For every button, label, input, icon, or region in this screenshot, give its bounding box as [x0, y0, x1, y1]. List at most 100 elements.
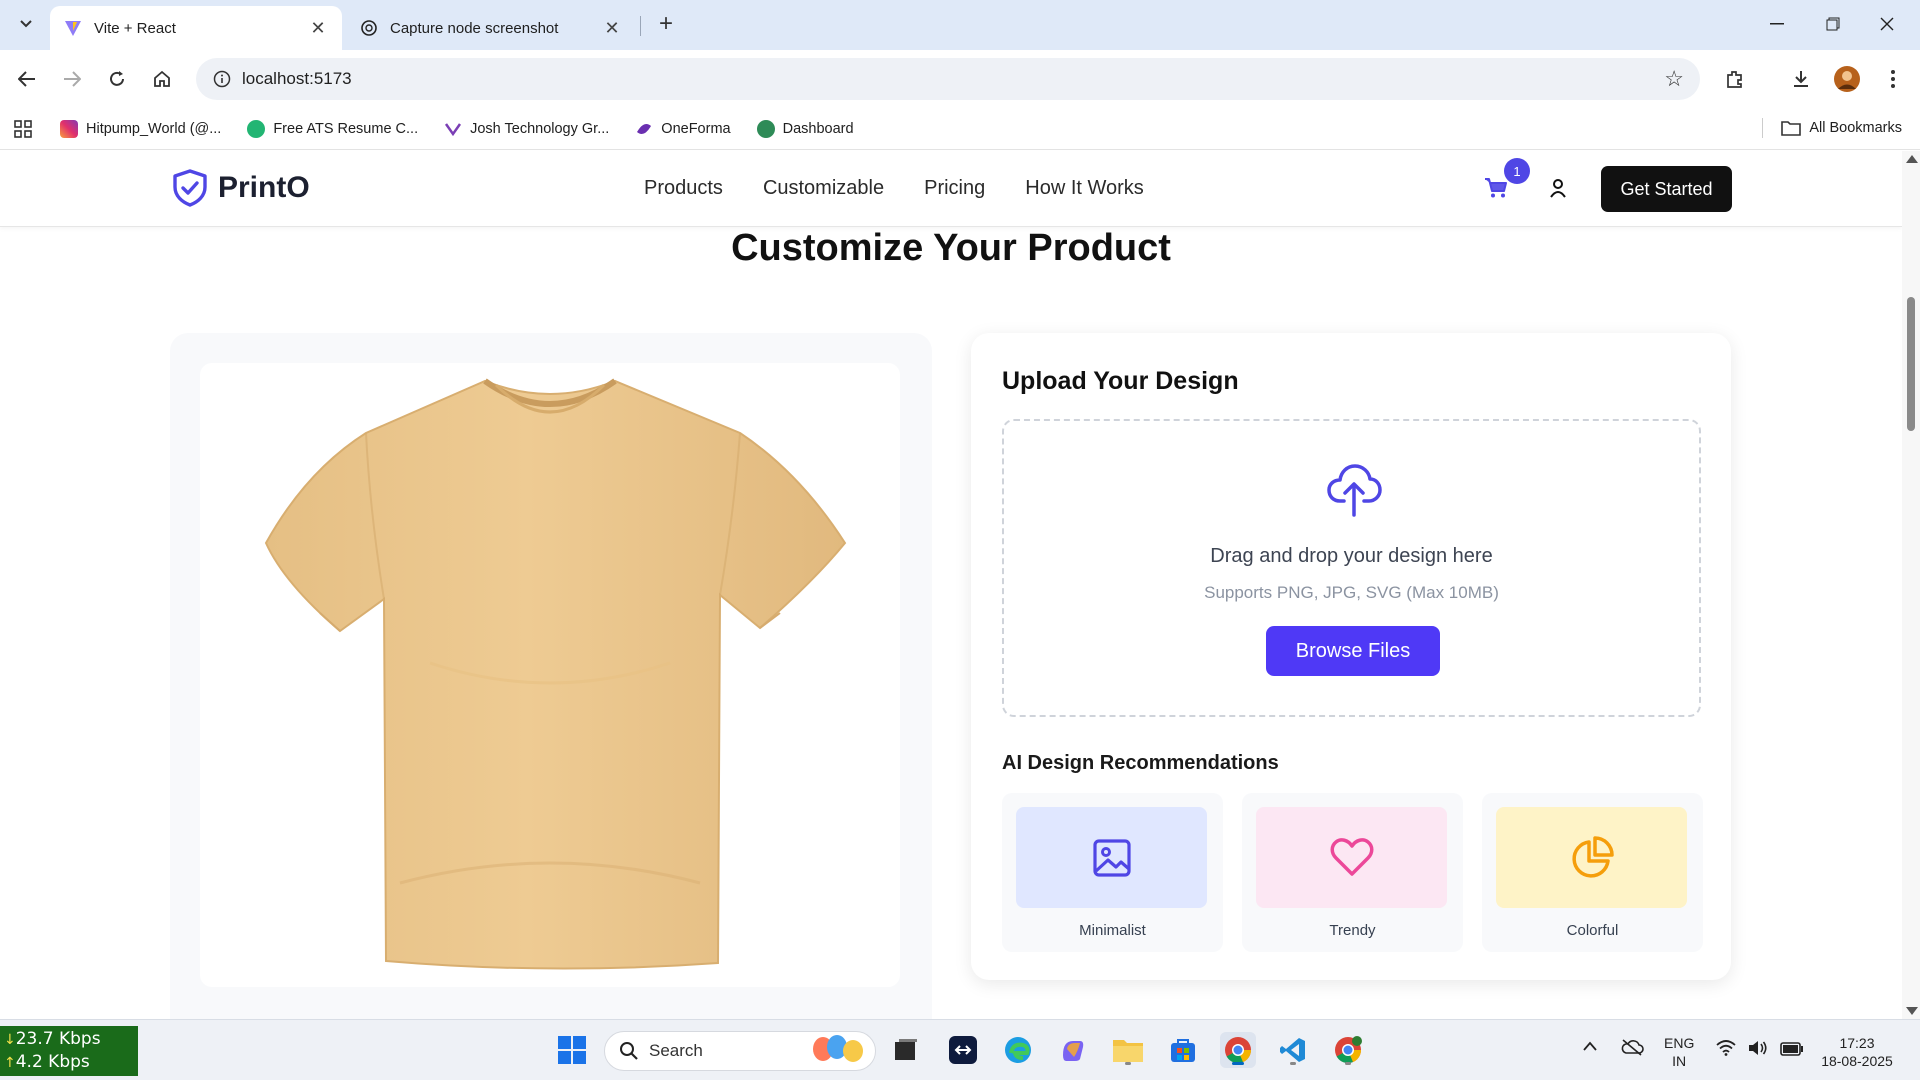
profile-avatar[interactable] — [1830, 62, 1864, 96]
bookmark-item[interactable]: OneForma — [635, 120, 731, 138]
bookmarks-bar: Hitpump_World (@... Free ATS Resume C...… — [0, 108, 1920, 150]
address-bar[interactable]: localhost:5173 ☆ — [196, 58, 1700, 100]
recommendation-minimalist[interactable]: Minimalist — [1002, 793, 1223, 952]
folder-icon — [1781, 120, 1802, 136]
balloons-icon — [809, 1035, 867, 1067]
bookmark-label: Free ATS Resume C... — [273, 120, 419, 137]
menu-icon[interactable] — [1876, 62, 1910, 96]
bookmark-item[interactable]: Free ATS Resume C... — [247, 119, 419, 138]
language-indicator[interactable]: ENG IN — [1664, 1034, 1694, 1070]
tshirt-preview-image — [200, 363, 900, 987]
region-code: IN — [1672, 1053, 1687, 1069]
tab-title: Capture node screenshot — [390, 19, 559, 37]
clock-date: 18-08-2025 — [1821, 1053, 1893, 1069]
chrome-profile-icon[interactable] — [1330, 1032, 1366, 1068]
wifi-icon — [1716, 1040, 1736, 1056]
extensions-icon[interactable] — [1718, 62, 1752, 96]
running-indicator — [1290, 1062, 1296, 1065]
taskbar-search-box[interactable]: Search — [604, 1031, 876, 1071]
vscode-icon[interactable] — [1275, 1032, 1311, 1068]
quick-settings[interactable] — [1716, 1040, 1804, 1060]
reload-icon[interactable] — [100, 62, 134, 96]
bookmark-label: Hitpump_World (@... — [86, 120, 222, 137]
bookmark-star-icon[interactable]: ☆ — [1664, 66, 1684, 92]
all-bookmarks-button[interactable]: All Bookmarks — [1762, 118, 1902, 138]
onedrive-offline-icon[interactable] — [1620, 1038, 1644, 1060]
upload-speed: 4.2 Kbps — [15, 1052, 90, 1072]
close-window-icon[interactable] — [1864, 8, 1910, 40]
scroll-down-icon[interactable] — [1906, 1007, 1918, 1015]
system-clock[interactable]: 17:23 18-08-2025 — [1808, 1034, 1906, 1070]
tab-search-button[interactable] — [12, 10, 40, 38]
file-explorer-icon[interactable] — [1110, 1032, 1146, 1068]
clock-time: 17:23 — [1839, 1035, 1875, 1051]
restore-icon[interactable] — [1810, 8, 1856, 40]
user-icon[interactable] — [1548, 177, 1576, 205]
language-code: ENG — [1664, 1035, 1695, 1051]
page-scrollbar[interactable] — [1902, 151, 1920, 1019]
home-icon[interactable] — [145, 62, 179, 96]
edge-browser-icon[interactable] — [1000, 1032, 1036, 1068]
browse-files-button[interactable]: Browse Files — [1266, 626, 1440, 676]
ms-store-icon[interactable] — [1165, 1032, 1201, 1068]
bookmark-item[interactable]: Josh Technology Gr... — [444, 120, 609, 138]
forward-icon[interactable] — [55, 62, 89, 96]
remote-app-icon[interactable] — [945, 1032, 981, 1068]
instagram-icon — [60, 119, 78, 138]
josh-icon — [444, 120, 462, 138]
page-title: Customize Your Product — [731, 227, 1171, 269]
recommendation-swatch — [1496, 807, 1687, 908]
supported-formats-text: Supports PNG, JPG, SVG (Max 10MB) — [1204, 583, 1499, 602]
nav-customizable[interactable]: Customizable — [763, 177, 884, 200]
bookmark-item[interactable]: Hitpump_World (@... — [60, 119, 222, 138]
bookmark-item[interactable]: Dashboard — [756, 119, 854, 138]
bookmark-label: OneForma — [661, 120, 731, 137]
browser-toolbar: localhost:5173 ☆ — [0, 50, 1920, 108]
product-preview-card — [170, 333, 932, 1019]
task-view-icon[interactable] — [888, 1032, 924, 1068]
scroll-up-icon[interactable] — [1906, 155, 1918, 163]
show-hidden-icons-icon[interactable] — [1582, 1038, 1598, 1056]
close-tab-icon[interactable]: ✕ — [308, 18, 328, 39]
page-viewport: PrintO Products Customizable Pricing How… — [0, 151, 1902, 1019]
upload-title: Upload Your Design — [1002, 367, 1239, 395]
nav-pricing[interactable]: Pricing — [924, 177, 985, 200]
bookmark-label: Josh Technology Gr... — [470, 120, 610, 137]
url-text: localhost:5173 — [242, 69, 352, 88]
battery-icon — [1779, 1042, 1804, 1056]
nav-how-it-works[interactable]: How It Works — [1025, 177, 1144, 200]
main-nav: Products Customizable Pricing How It Wor… — [644, 177, 1184, 200]
download-speed: 23.7 Kbps — [15, 1029, 101, 1049]
chrome-icon[interactable] — [1220, 1032, 1256, 1068]
site-info-icon[interactable] — [202, 70, 242, 88]
bookmark-label: Dashboard — [782, 120, 854, 137]
close-tab-icon[interactable]: ✕ — [602, 18, 622, 39]
site-header: PrintO Products Customizable Pricing How… — [0, 151, 1902, 227]
pie-chart-icon — [1570, 835, 1614, 880]
ai-recommendations-title: AI Design Recommendations — [1002, 752, 1279, 774]
windows-start-icon[interactable] — [554, 1032, 590, 1068]
scrollbar-thumb[interactable] — [1907, 297, 1915, 431]
design-dropzone[interactable]: Drag and drop your design here Supports … — [1002, 419, 1701, 717]
new-tab-icon[interactable]: + — [652, 10, 680, 38]
image-icon — [1092, 838, 1132, 878]
copilot-icon[interactable] — [1055, 1032, 1091, 1068]
apps-grid-icon[interactable] — [14, 119, 32, 138]
recommendation-label: Trendy — [1329, 922, 1376, 939]
running-indicator — [1125, 1062, 1131, 1065]
search-icon — [619, 1041, 639, 1061]
volume-icon — [1748, 1040, 1768, 1056]
network-speed-widget: ↓23.7 Kbps ↑4.2 Kbps — [0, 1026, 138, 1076]
back-icon[interactable] — [10, 62, 44, 96]
recommendation-trendy[interactable]: Trendy — [1242, 793, 1463, 952]
brand-logo[interactable]: PrintO — [172, 169, 310, 207]
get-started-button[interactable]: Get Started — [1601, 166, 1732, 212]
browser-tab-active[interactable]: Vite + React ✕ — [50, 6, 342, 50]
recommendation-colorful[interactable]: Colorful — [1482, 793, 1703, 952]
browser-tab[interactable]: Capture node screenshot ✕ — [346, 6, 636, 50]
minimize-icon[interactable] — [1754, 8, 1800, 40]
download-icon[interactable] — [1784, 62, 1818, 96]
browser-tab-bar: Vite + React ✕ Capture node screenshot ✕… — [0, 0, 1920, 50]
nav-products[interactable]: Products — [644, 177, 723, 200]
cart-count-badge: 1 — [1504, 158, 1530, 184]
